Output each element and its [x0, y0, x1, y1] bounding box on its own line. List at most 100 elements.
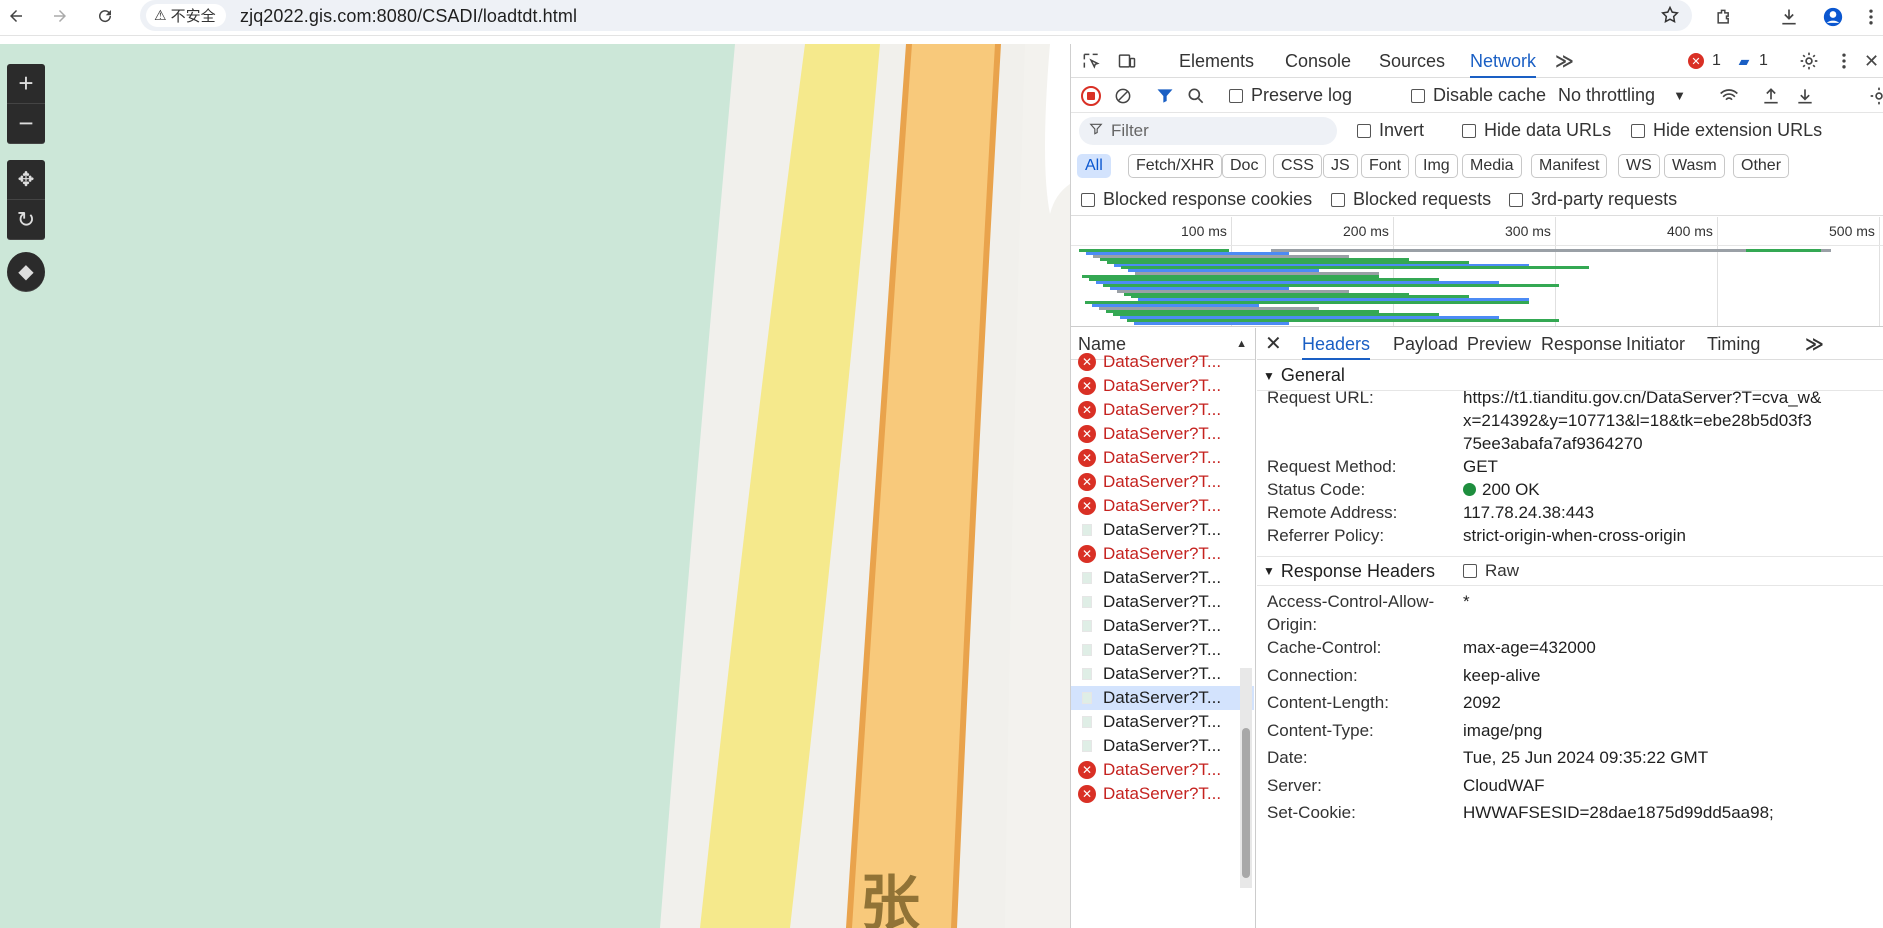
type-filter-manifest[interactable]: Manifest [1531, 154, 1608, 178]
device-toolbar-icon[interactable] [1117, 51, 1137, 71]
disable-cache-checkbox[interactable]: Disable cache [1411, 85, 1546, 106]
tab-network[interactable]: Network [1470, 44, 1537, 78]
tab-payload[interactable]: Payload [1393, 328, 1458, 360]
tab-console[interactable]: Console [1285, 44, 1351, 78]
bookmark-star-icon[interactable] [1657, 2, 1683, 28]
type-filter-fetch-xhr[interactable]: Fetch/XHR [1128, 154, 1223, 178]
request-row[interactable]: DataServer?T... [1071, 734, 1254, 758]
more-detail-tabs-icon[interactable]: ≫ [1805, 328, 1824, 360]
filter-funnel-icon[interactable] [1155, 86, 1175, 106]
forward-arrow-icon[interactable] [46, 2, 74, 30]
reload-icon[interactable] [91, 2, 119, 30]
type-filter-css[interactable]: CSS [1273, 154, 1322, 178]
address-bar[interactable]: ⚠ 不安全 zjq2022.gis.com:8080/CSADI/loadtdt… [140, 0, 1692, 31]
filter-input[interactable]: Filter [1079, 117, 1337, 145]
request-row[interactable]: ✕ DataServer?T... [1071, 374, 1254, 398]
tab-preview[interactable]: Preview [1467, 328, 1531, 360]
back-arrow-icon[interactable] [2, 2, 30, 30]
type-filter-img[interactable]: Img [1415, 154, 1458, 178]
search-icon[interactable] [1186, 86, 1206, 106]
security-chip[interactable]: ⚠ 不安全 [146, 4, 226, 27]
request-row[interactable]: DataServer?T... [1071, 518, 1254, 542]
blocked-requests-checkbox[interactable]: Blocked requests [1331, 189, 1491, 210]
type-filter-other[interactable]: Other [1733, 154, 1790, 178]
message-count[interactable]: 1 [1759, 52, 1768, 70]
type-filter-media[interactable]: Media [1462, 154, 1522, 178]
browser-menu-icon[interactable] [1858, 4, 1883, 30]
type-filter-wasm[interactable]: Wasm [1664, 154, 1725, 178]
scroll-thumb[interactable] [1242, 728, 1250, 878]
devtools-menu-icon[interactable] [1834, 51, 1854, 71]
import-har-icon[interactable] [1761, 86, 1781, 106]
list-scrollbar[interactable] [1240, 668, 1252, 888]
tab-headers[interactable]: Headers [1302, 328, 1371, 360]
tab-elements[interactable]: Elements [1179, 44, 1254, 78]
blocked-cookies-checkbox[interactable]: Blocked response cookies [1081, 189, 1312, 210]
response-headers-section-header[interactable]: ▼ Response Headers Raw [1257, 556, 1883, 586]
close-devtools-icon[interactable]: ✕ [1864, 51, 1879, 72]
request-list: Name ▲ ✕ DataServer?T... ✕ DataServer?T... ✕… [1071, 328, 1256, 928]
third-party-checkbox[interactable]: 3rd-party requests [1509, 189, 1677, 210]
type-filter-doc[interactable]: Doc [1222, 154, 1267, 178]
request-row[interactable]: DataServer?T... [1071, 662, 1254, 686]
network-settings-icon[interactable] [1869, 86, 1883, 106]
inspect-element-icon[interactable] [1081, 51, 1101, 71]
record-stop-icon[interactable] [1081, 86, 1101, 106]
request-row[interactable]: DataServer?T... [1071, 686, 1254, 710]
type-filter-all[interactable]: All [1077, 154, 1111, 178]
request-row[interactable]: ✕ DataServer?T... [1071, 758, 1254, 782]
request-row[interactable]: DataServer?T... [1071, 638, 1254, 662]
message-icon[interactable]: ▰ [1736, 53, 1752, 69]
profile-avatar-icon[interactable] [1820, 4, 1846, 30]
rotate-icon[interactable]: ↻ [7, 200, 45, 240]
compass-icon[interactable]: ◆ [7, 252, 45, 292]
error-icon[interactable]: ✕ [1688, 53, 1704, 69]
clear-icon[interactable] [1113, 86, 1133, 106]
download-icon[interactable] [1776, 4, 1802, 30]
type-filter-font[interactable]: Font [1361, 154, 1410, 178]
request-row[interactable]: DataServer?T... [1071, 566, 1254, 590]
network-conditions-icon[interactable] [1719, 86, 1739, 106]
request-row[interactable]: DataServer?T... [1071, 614, 1254, 638]
image-file-icon [1078, 569, 1096, 587]
request-row[interactable]: ✕ DataServer?T... [1071, 782, 1254, 806]
error-count[interactable]: 1 [1712, 52, 1721, 70]
raw-checkbox[interactable]: Raw [1463, 561, 1519, 581]
settings-gear-icon[interactable] [1799, 51, 1819, 71]
extensions-icon[interactable] [1711, 4, 1737, 30]
zoom-out-button[interactable]: − [7, 104, 45, 144]
request-row[interactable]: ✕ DataServer?T... [1071, 350, 1254, 374]
hide-data-urls-checkbox[interactable]: Hide data URLs [1462, 120, 1611, 141]
request-method-label: Request Method: [1267, 457, 1397, 476]
request-row[interactable]: ✕ DataServer?T... [1071, 494, 1254, 518]
more-tabs-icon[interactable]: ≫ [1555, 51, 1574, 72]
type-filter-js[interactable]: JS [1323, 154, 1358, 178]
tab-sources[interactable]: Sources [1379, 44, 1445, 78]
third-party-label: 3rd-party requests [1531, 189, 1678, 209]
export-har-icon[interactable] [1795, 86, 1815, 106]
request-row[interactable]: ✕ DataServer?T... [1071, 422, 1254, 446]
throttling-select[interactable]: No throttling ▼ [1558, 85, 1686, 106]
request-row[interactable]: ✕ DataServer?T... [1071, 542, 1254, 566]
request-row[interactable]: ✕ DataServer?T... [1071, 470, 1254, 494]
tab-response[interactable]: Response [1541, 328, 1622, 360]
request-row[interactable]: ✕ DataServer?T... [1071, 398, 1254, 422]
tab-initiator[interactable]: Initiator [1626, 328, 1685, 360]
network-overview-timeline[interactable]: 100 ms 200 ms 300 ms 400 ms 500 ms [1071, 217, 1883, 327]
type-filter-ws[interactable]: WS [1618, 154, 1660, 178]
request-detail-panel: ✕ Headers Payload Preview Response Initi… [1257, 328, 1883, 928]
zoom-in-button[interactable]: + [7, 64, 45, 104]
hide-extension-urls-checkbox[interactable]: Hide extension URLs [1631, 120, 1822, 141]
tab-timing[interactable]: Timing [1707, 328, 1760, 360]
map-canvas[interactable]: 张 + − ✥ ↻ ◆ [0, 44, 1070, 928]
request-row[interactable]: DataServer?T... [1071, 710, 1254, 734]
invert-checkbox[interactable]: Invert [1357, 120, 1424, 141]
pan-icon[interactable]: ✥ [7, 160, 45, 200]
request-row[interactable]: DataServer?T... [1071, 590, 1254, 614]
request-row[interactable]: ✕ DataServer?T... [1071, 446, 1254, 470]
preserve-log-checkbox[interactable]: Preserve log [1229, 85, 1352, 106]
type-filter-bar: All Fetch/XHR Doc CSS JS Font Img Media … [1071, 148, 1883, 182]
url-text[interactable]: zjq2022.gis.com:8080/CSADI/loadtdt.html [240, 6, 577, 27]
close-detail-icon[interactable]: ✕ [1265, 328, 1282, 360]
request-name: DataServer?T... [1103, 424, 1222, 443]
